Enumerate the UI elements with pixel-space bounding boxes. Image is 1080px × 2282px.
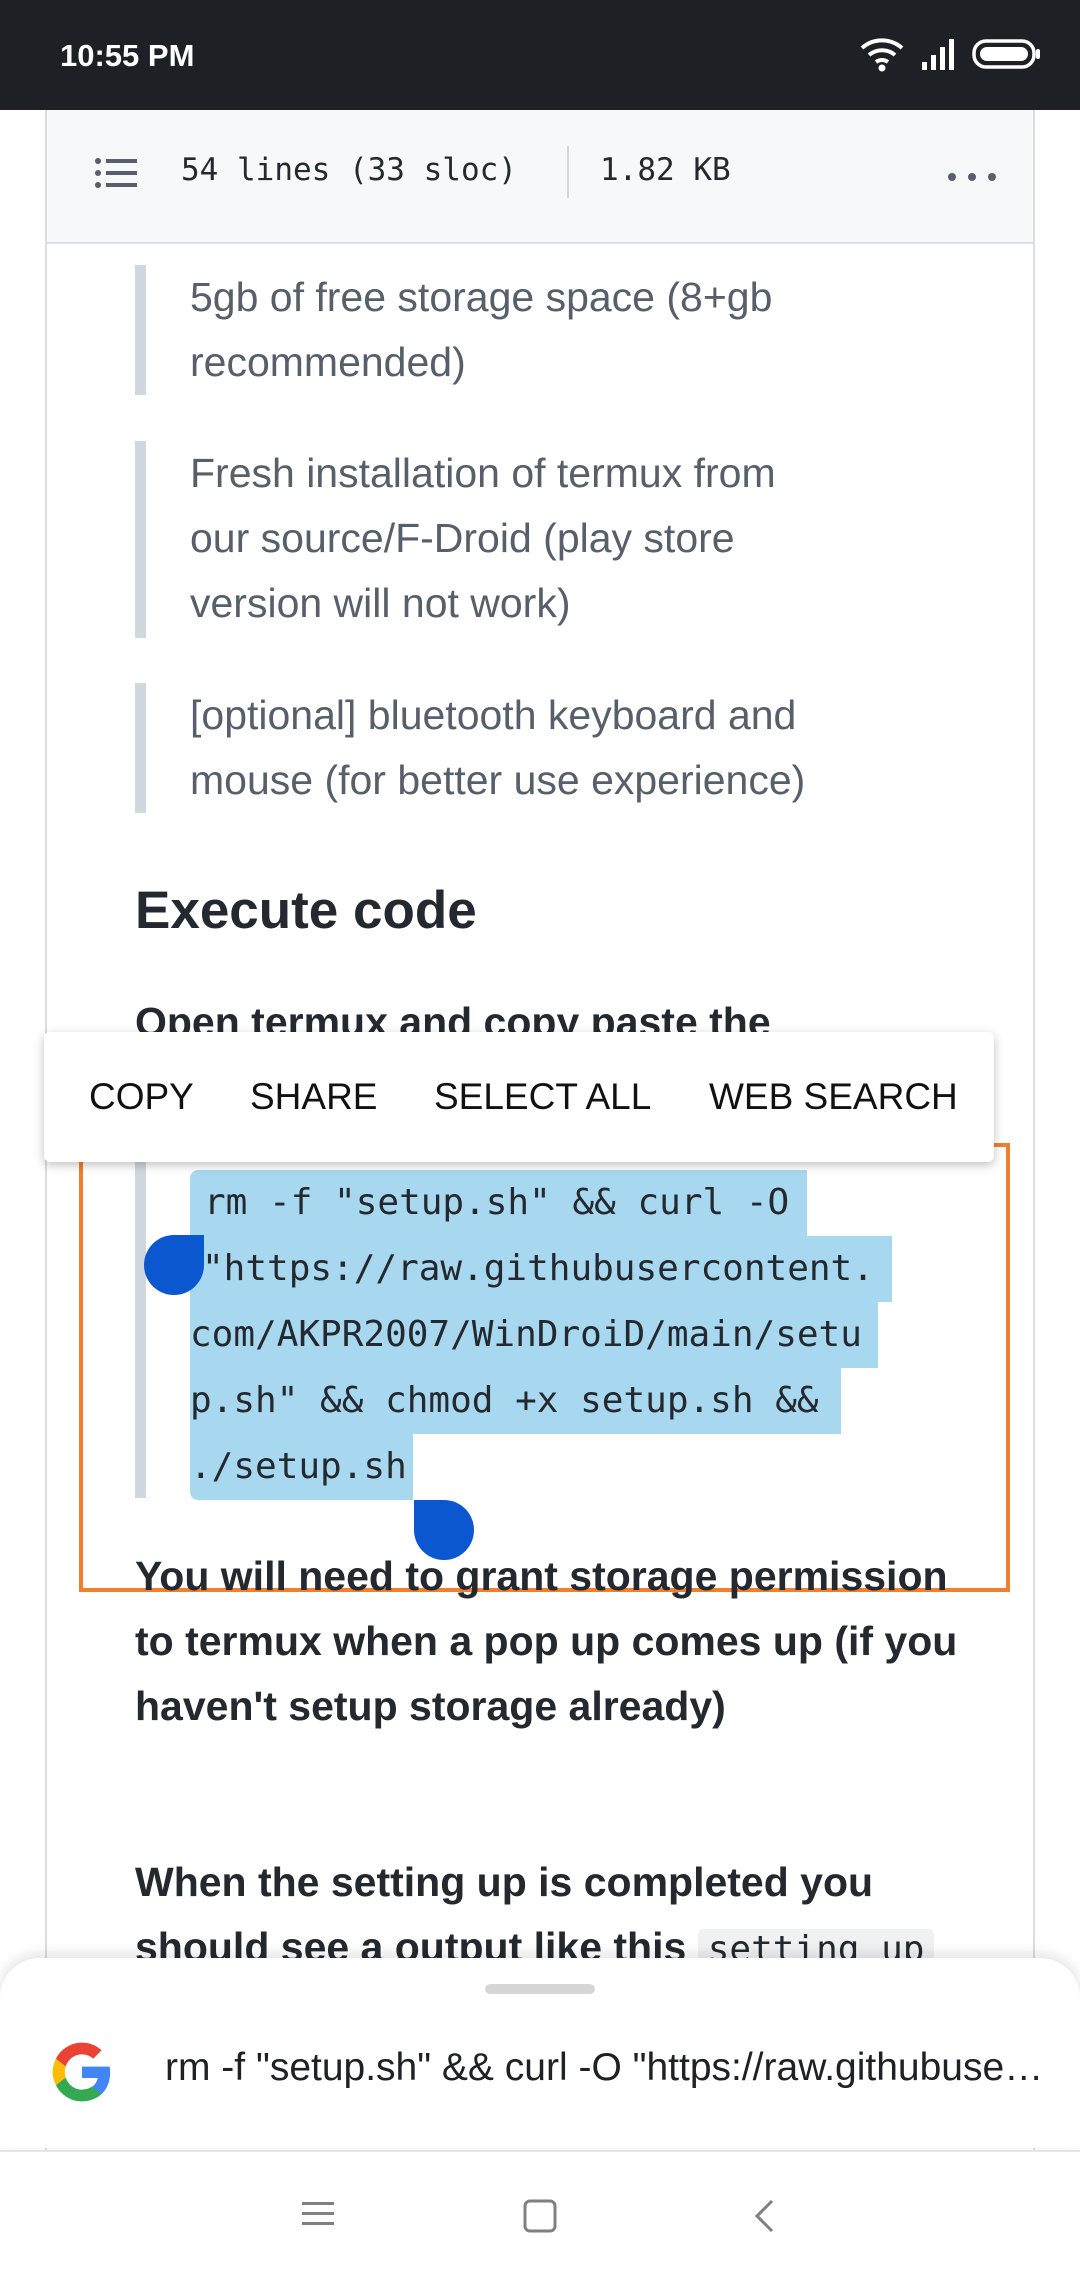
blockquote-termux: Fresh installation of termux from our so… — [135, 441, 935, 638]
status-time: 10:55 PM — [60, 38, 195, 73]
google-icon — [52, 2042, 111, 2102]
header-divider — [567, 146, 569, 198]
inline-code: setting up — [697, 1929, 935, 1958]
share-menu-item[interactable]: SHARE — [250, 1076, 377, 1118]
text-selection-menu: COPY SHARE SELECT ALL WEB SEARCH — [44, 1032, 994, 1162]
search-suggestion[interactable]: rm -f "setup.sh" && curl -O "https://raw… — [165, 2046, 1045, 2090]
bottom-sheet: rm -f "setup.sh" && curl -O "https://raw… — [0, 1958, 1080, 2148]
line-count: 54 lines (33 sloc) — [181, 152, 517, 188]
blockquote-bar — [135, 265, 146, 395]
wifi-icon — [860, 38, 904, 72]
storage-permission-text: You will need to grant storage permissio… — [135, 1553, 958, 1729]
select-all-menu-item[interactable]: SELECT ALL — [434, 1076, 651, 1118]
blockquote-text: [optional] bluetooth keyboard and mouse … — [190, 692, 806, 803]
sheet-drag-handle[interactable] — [485, 1984, 595, 1994]
blockquote-bar — [135, 683, 146, 813]
back-icon[interactable] — [752, 2198, 776, 2234]
blockquote-bar — [135, 441, 146, 638]
navigation-bar — [0, 2150, 1080, 2282]
signal-icon — [922, 39, 954, 70]
section-heading: Execute code — [135, 881, 477, 940]
list-icon[interactable] — [95, 158, 137, 192]
web-search-menu-item[interactable]: WEB SEARCH — [709, 1076, 958, 1118]
status-bar: 10:55 PM — [0, 0, 1080, 110]
blockquote-storage: 5gb of free storage space (8+gb recommen… — [135, 265, 935, 395]
completion-text: When the setting up is completed you sho… — [135, 1850, 975, 1958]
highlight-box — [79, 1143, 1010, 1592]
more-options-icon[interactable] — [947, 172, 997, 182]
menu-icon[interactable] — [300, 2198, 336, 2230]
blockquote-text: Fresh installation of termux from our so… — [190, 450, 776, 626]
battery-icon — [972, 39, 1040, 69]
file-size: 1.82 KB — [600, 152, 731, 188]
home-icon[interactable] — [522, 2198, 558, 2234]
file-header: 54 lines (33 sloc) 1.82 KB — [45, 110, 1035, 244]
blockquote-bluetooth: [optional] bluetooth keyboard and mouse … — [135, 683, 935, 813]
copy-menu-item[interactable]: COPY — [89, 1076, 194, 1118]
blockquote-text: 5gb of free storage space (8+gb recommen… — [190, 274, 773, 385]
